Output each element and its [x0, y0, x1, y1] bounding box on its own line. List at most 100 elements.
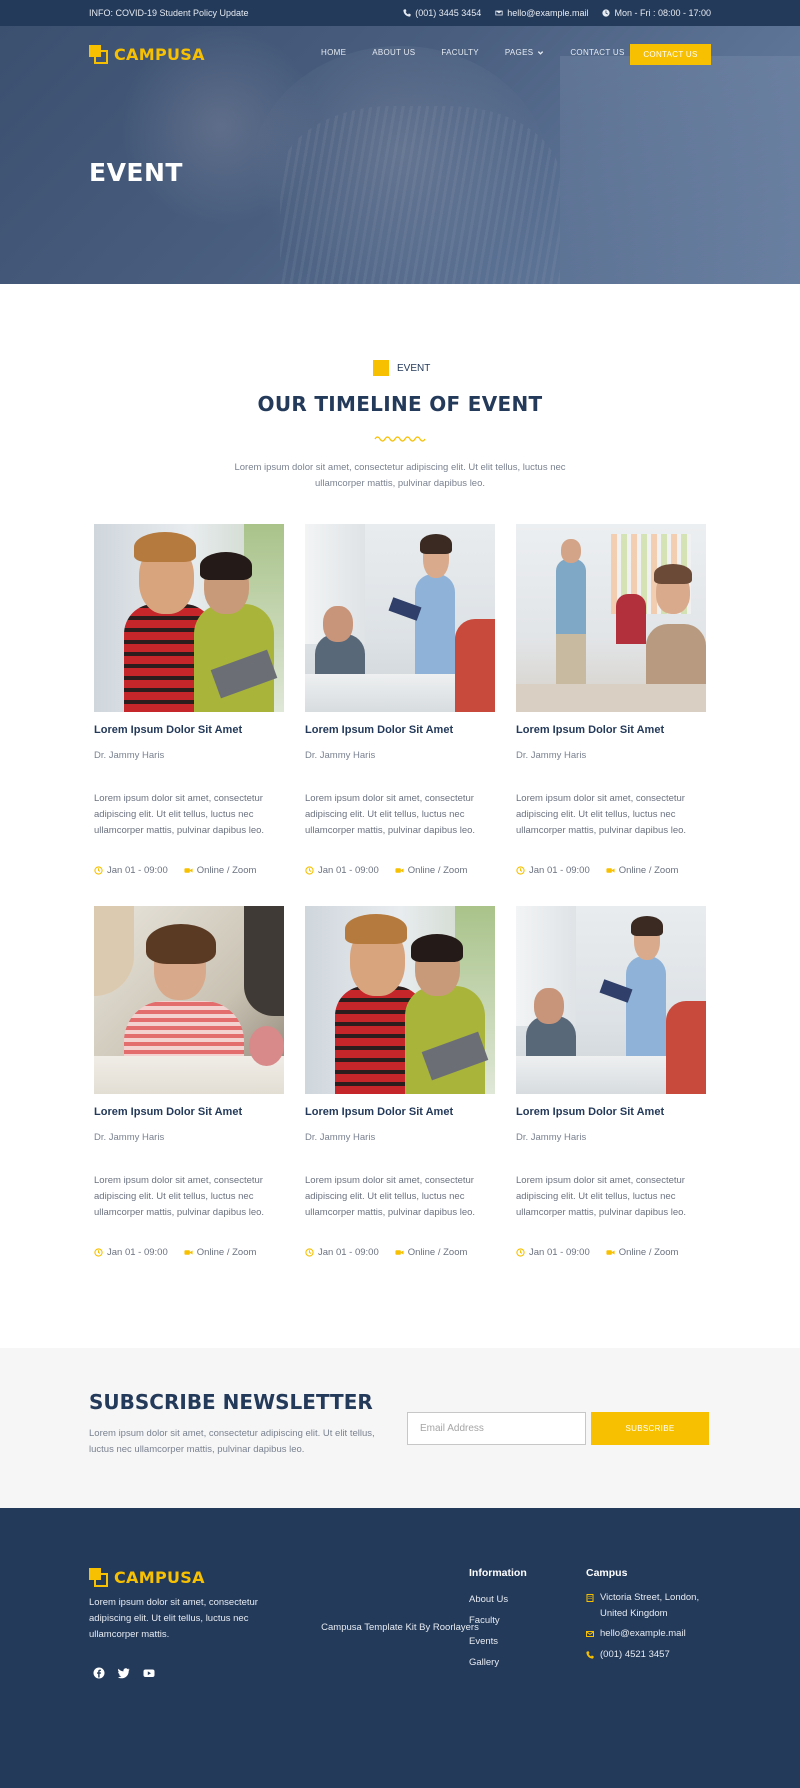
event-title[interactable]: Lorem Ipsum Dolor Sit Amet	[94, 1106, 284, 1118]
event-image[interactable]	[94, 524, 284, 712]
event-meta: Jan 01 - 09:00 Online / Zoom	[94, 865, 284, 876]
event-author: Dr. Jammy Haris	[516, 750, 587, 761]
facebook-icon[interactable]	[93, 1667, 105, 1679]
event-meta: Jan 01 - 09:00 Online / Zoom	[516, 865, 706, 876]
chevron-down-icon	[537, 49, 544, 56]
info-link[interactable]: INFO: COVID-19 Student Policy Update	[89, 8, 249, 18]
newsletter-section: SUBSCRIBE NEWSLETTER Lorem ipsum dolor s…	[0, 1348, 800, 1508]
clock-icon	[94, 1248, 103, 1257]
footer-logo[interactable]: CAMPUSA	[89, 1568, 205, 1587]
event-meta: Jan 01 - 09:00 Online / Zoom	[94, 1247, 284, 1258]
event-title[interactable]: Lorem Ipsum Dolor Sit Amet	[305, 724, 495, 736]
clock-icon	[516, 1248, 525, 1257]
event-date: Jan 01 - 09:00	[318, 865, 379, 876]
footer-about: Lorem ipsum dolor sit amet, consectetur …	[89, 1597, 258, 1640]
event-card[interactable]: Lorem Ipsum Dolor Sit Amet Dr. Jammy Har…	[516, 524, 706, 876]
subscribe-button[interactable]: SUBSCRIBE	[591, 1412, 709, 1445]
top-hours: Mon - Fri : 08:00 - 17:00	[602, 8, 711, 18]
section-description: Lorem ipsum dolor sit amet, consectetur …	[234, 462, 566, 489]
top-contact: (001) 3445 3454 hello@example.mail Mon -…	[403, 8, 711, 18]
event-date: Jan 01 - 09:00	[107, 1247, 168, 1258]
top-email-text: hello@example.mail	[507, 8, 589, 18]
event-title[interactable]: Lorem Ipsum Dolor Sit Amet	[305, 1106, 495, 1118]
event-image[interactable]	[516, 524, 706, 712]
copyright: Campusa Template Kit By Roorlayers	[321, 1622, 479, 1633]
logo-text: CAMPUSA	[114, 1568, 205, 1587]
site-footer: CAMPUSA Lorem ipsum dolor sit amet, cons…	[0, 1508, 800, 1788]
building-icon	[586, 1594, 594, 1602]
nav-contact-us[interactable]: CONTACT US	[570, 48, 624, 57]
event-image[interactable]	[305, 906, 495, 1094]
wave-divider	[374, 436, 426, 442]
logo-mark	[89, 1568, 108, 1587]
nav-about-us[interactable]: ABOUT US	[372, 48, 415, 57]
footer-link-gallery[interactable]: Gallery	[469, 1657, 499, 1668]
eyebrow-label: EVENT	[397, 362, 431, 374]
event-card[interactable]: Lorem Ipsum Dolor Sit Amet Dr. Jammy Har…	[94, 906, 284, 1258]
event-meta: Jan 01 - 09:00 Online / Zoom	[516, 1247, 706, 1258]
footer-link-events[interactable]: Events	[469, 1636, 498, 1647]
event-title[interactable]: Lorem Ipsum Dolor Sit Amet	[516, 724, 706, 736]
event-location: Online / Zoom	[618, 1247, 679, 1258]
logo-text: CAMPUSA	[114, 45, 205, 64]
event-title[interactable]: Lorem Ipsum Dolor Sit Amet	[94, 724, 284, 736]
video-camera-icon	[184, 1250, 193, 1255]
clock-icon	[305, 1248, 314, 1257]
event-title[interactable]: Lorem Ipsum Dolor Sit Amet	[516, 1106, 706, 1118]
hero-backdrop	[280, 106, 560, 284]
event-image[interactable]	[305, 524, 495, 712]
information-heading: Information	[469, 1567, 527, 1579]
top-hours-text: Mon - Fri : 08:00 - 17:00	[614, 8, 711, 18]
campus-heading: Campus	[586, 1567, 628, 1579]
event-author: Dr. Jammy Haris	[305, 750, 376, 761]
logo-mark	[89, 45, 108, 64]
phone-icon	[586, 1651, 594, 1659]
event-author: Dr. Jammy Haris	[94, 1132, 165, 1143]
footer-link-about-us[interactable]: About Us	[469, 1594, 508, 1605]
event-location: Online / Zoom	[618, 865, 679, 876]
top-phone[interactable]: (001) 3445 3454	[403, 8, 481, 18]
section-eyebrow: EVENT	[373, 360, 430, 376]
envelope-icon	[495, 10, 503, 16]
video-camera-icon	[606, 1250, 615, 1255]
eyebrow-square	[373, 360, 389, 376]
event-location: Online / Zoom	[407, 865, 468, 876]
event-date: Jan 01 - 09:00	[529, 1247, 590, 1258]
campus-address-text: Victoria Street, London, United Kingdom	[600, 1592, 700, 1619]
email-field[interactable]	[407, 1412, 586, 1445]
event-description: Lorem ipsum dolor sit amet, consectetur …	[516, 793, 687, 836]
event-date: Jan 01 - 09:00	[318, 1247, 379, 1258]
top-bar: INFO: COVID-19 Student Policy Update (00…	[0, 0, 800, 26]
contact-us-button[interactable]: CONTACT US	[630, 44, 711, 65]
youtube-icon[interactable]	[143, 1667, 155, 1679]
event-card[interactable]: Lorem Ipsum Dolor Sit Amet Dr. Jammy Har…	[305, 906, 495, 1258]
campus-phone-text: (001) 4521 3457	[600, 1649, 670, 1660]
nav-faculty[interactable]: FACULTY	[441, 48, 479, 57]
video-camera-icon	[395, 1250, 404, 1255]
event-card[interactable]: Lorem Ipsum Dolor Sit Amet Dr. Jammy Har…	[305, 524, 495, 876]
event-date: Jan 01 - 09:00	[529, 865, 590, 876]
nav-pages[interactable]: PAGES	[505, 48, 544, 57]
campus-address: Victoria Street, London, United Kingdom	[586, 1590, 716, 1622]
site-logo[interactable]: CAMPUSA	[89, 45, 205, 64]
hero-backdrop	[560, 56, 800, 284]
social-links	[93, 1667, 155, 1679]
event-author: Dr. Jammy Haris	[516, 1132, 587, 1143]
nav-home[interactable]: HOME	[321, 48, 346, 57]
clock-icon	[602, 9, 611, 17]
newsletter-description: Lorem ipsum dolor sit amet, consectetur …	[89, 1428, 375, 1455]
event-description: Lorem ipsum dolor sit amet, consectetur …	[94, 793, 265, 836]
newsletter-title: SUBSCRIBE NEWSLETTER	[89, 1390, 373, 1414]
phone-icon	[403, 9, 411, 17]
event-card[interactable]: Lorem Ipsum Dolor Sit Amet Dr. Jammy Har…	[94, 524, 284, 876]
event-description: Lorem ipsum dolor sit amet, consectetur …	[94, 1175, 265, 1218]
event-card[interactable]: Lorem Ipsum Dolor Sit Amet Dr. Jammy Har…	[516, 906, 706, 1258]
twitter-icon[interactable]	[118, 1667, 130, 1679]
event-date: Jan 01 - 09:00	[107, 865, 168, 876]
event-location: Online / Zoom	[196, 865, 257, 876]
event-description: Lorem ipsum dolor sit amet, consectetur …	[305, 1175, 476, 1218]
campus-phone[interactable]: (001) 4521 3457	[586, 1647, 716, 1663]
top-email[interactable]: hello@example.mail	[495, 8, 588, 18]
event-image[interactable]	[94, 906, 284, 1094]
event-image[interactable]	[516, 906, 706, 1094]
